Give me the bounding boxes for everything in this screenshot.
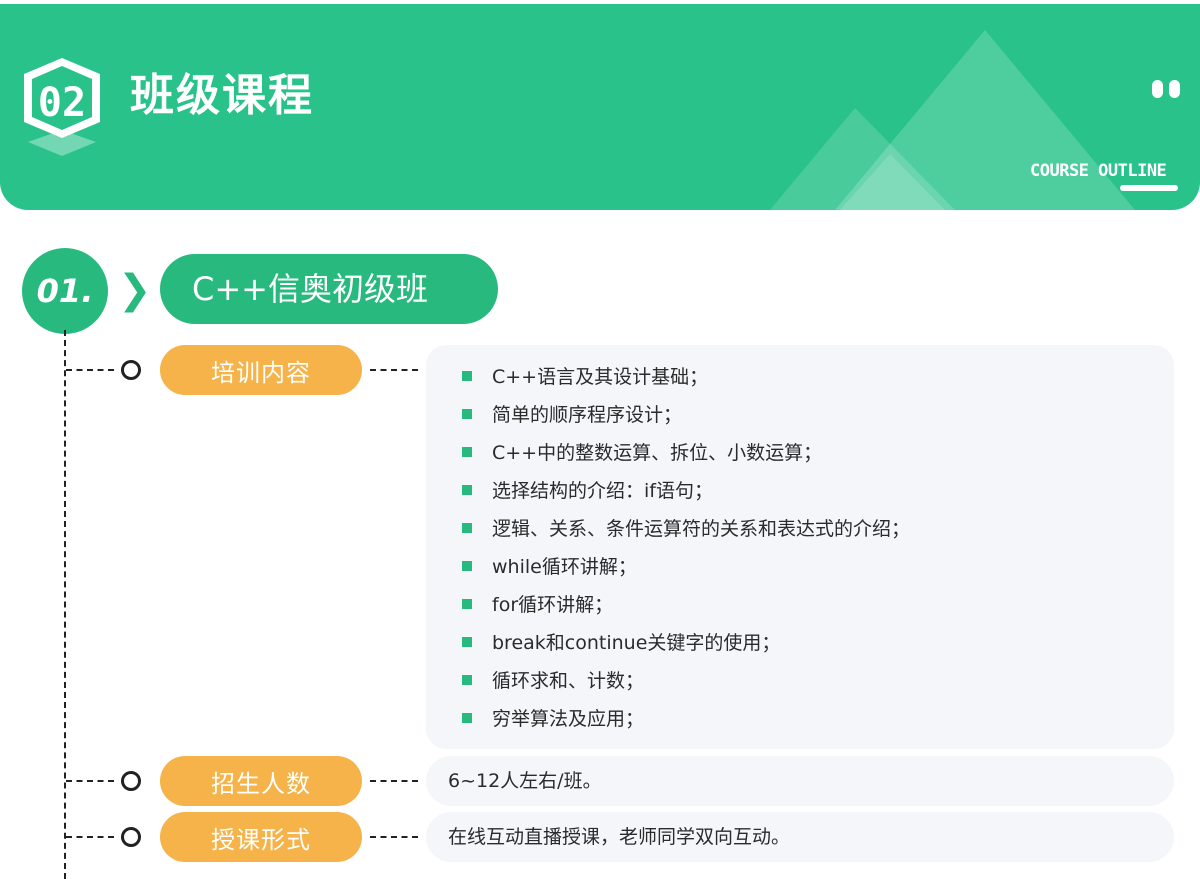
section-number-circle: 01.	[22, 248, 108, 334]
timeline-line	[64, 330, 66, 879]
connector-dash	[66, 780, 114, 782]
header-banner: 02 班级课程 COURSE OUTLINE	[0, 4, 1200, 210]
list-item: 循环求和、计数；	[462, 666, 644, 696]
badge-number: 02	[38, 80, 86, 126]
content-box: 6~12人左右/班。	[426, 756, 1174, 806]
connector-dash	[370, 836, 418, 838]
list-item: C++中的整数运算、拆位、小数运算；	[462, 438, 822, 468]
bullet-square-icon	[462, 598, 472, 609]
timeline-node-icon	[121, 771, 141, 791]
content-box: 在线互动直播授课，老师同学双向互动。	[426, 812, 1174, 862]
bullet-square-icon	[462, 522, 472, 533]
connector-dash	[66, 369, 114, 371]
section-title: C++信奥初级班	[160, 254, 498, 324]
list-item: for循环讲解；	[462, 590, 613, 620]
chevron-right-icon: ❯	[118, 267, 152, 313]
bullet-square-icon	[462, 636, 472, 647]
row-label: 培训内容	[211, 358, 311, 387]
connector-dash	[66, 836, 114, 838]
content-box: C++语言及其设计基础； 简单的顺序程序设计； C++中的整数运算、拆位、小数运…	[426, 345, 1174, 749]
row-label-pill: 培训内容	[160, 345, 362, 395]
course-outline-label: COURSE OUTLINE	[1030, 161, 1167, 181]
enrollment-text: 6~12人左右/班。	[448, 770, 602, 792]
list-item: while循环讲解；	[462, 552, 637, 582]
list-item: 穷举算法及应用；	[462, 704, 644, 734]
row-label: 招生人数	[211, 769, 311, 798]
timeline-node-icon	[121, 827, 141, 847]
bullet-square-icon	[462, 446, 472, 457]
list-item: 选择结构的介绍：if语句；	[462, 476, 713, 506]
list-item: 逻辑、关系、条件运算符的关系和表达式的介绍；	[462, 514, 910, 544]
teaching-format-text: 在线互动直播授课，老师同学双向互动。	[448, 826, 791, 848]
list-item: break和continue关键字的使用；	[462, 628, 780, 658]
row-label-pill: 招生人数	[160, 756, 362, 806]
list-item: C++语言及其设计基础；	[462, 362, 708, 392]
section-number-badge-icon: 02	[24, 58, 100, 156]
bullet-square-icon	[462, 408, 472, 419]
subtitle-underline	[1120, 185, 1178, 191]
section-number: 01.	[36, 272, 94, 310]
page-title: 班级课程	[130, 70, 314, 121]
bullet-square-icon	[462, 370, 472, 381]
bullet-square-icon	[462, 712, 472, 723]
pause-dots-icon	[1152, 80, 1180, 98]
row-label-pill: 授课形式	[160, 812, 362, 862]
row-label: 授课形式	[211, 825, 311, 854]
bullet-square-icon	[462, 560, 472, 571]
bullet-square-icon	[462, 674, 472, 685]
connector-dash	[370, 780, 418, 782]
list-item: 简单的顺序程序设计；	[462, 400, 682, 430]
connector-dash	[370, 369, 418, 371]
bullet-square-icon	[462, 484, 472, 495]
timeline-node-icon	[121, 360, 141, 380]
